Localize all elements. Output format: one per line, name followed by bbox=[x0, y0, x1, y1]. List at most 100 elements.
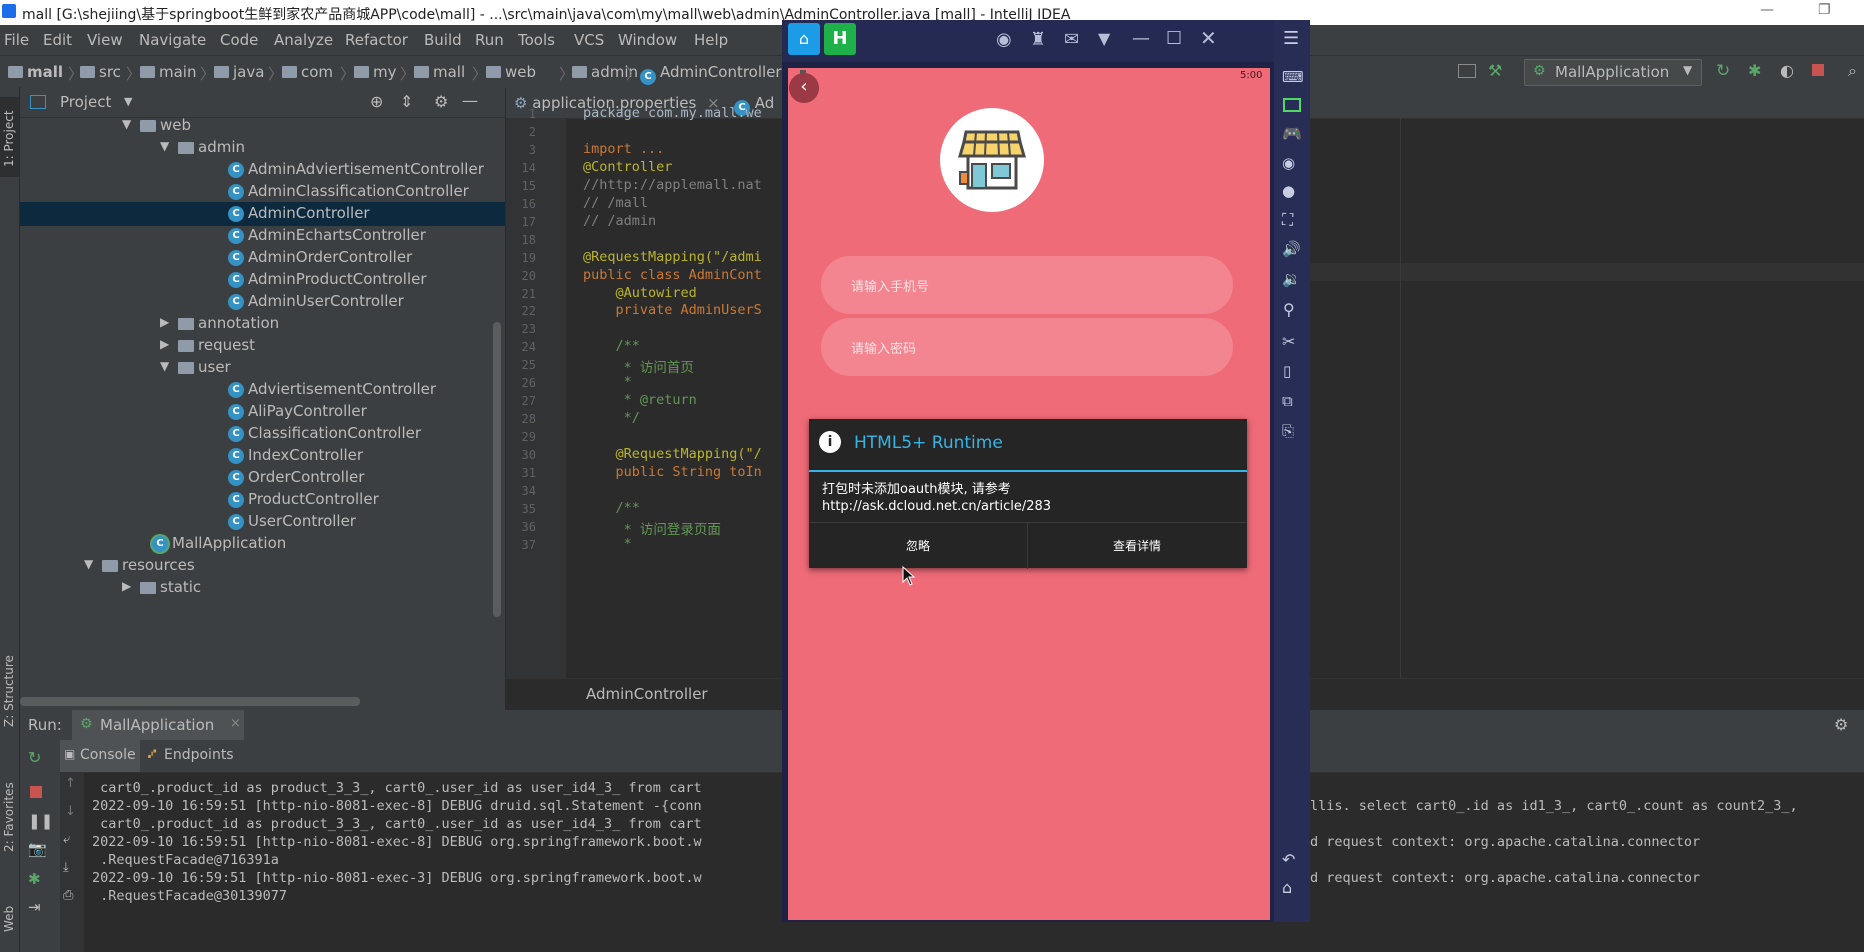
back-button[interactable]: ‹ bbox=[789, 73, 819, 103]
home-icon[interactable]: ⌂ bbox=[1282, 878, 1292, 897]
code-line[interactable]: // /admin bbox=[583, 213, 656, 229]
tree-horizontal-scrollbar[interactable] bbox=[20, 697, 360, 706]
menu-code[interactable]: Code bbox=[220, 31, 258, 49]
collapsed-arrow-icon[interactable]: ▶ bbox=[160, 315, 169, 329]
tree-item[interactable]: C AdminEchartsController bbox=[20, 224, 505, 248]
soft-wrap-icon[interactable]: ⤶ bbox=[63, 832, 70, 847]
breadcrumb-admincontroller[interactable]: C AdminController bbox=[640, 63, 782, 85]
project-panel-title[interactable]: Project bbox=[60, 93, 111, 111]
multi-window-icon[interactable]: ⧉ bbox=[1282, 392, 1293, 410]
expanded-arrow-icon[interactable]: ▼ bbox=[160, 359, 169, 373]
tree-item[interactable]: C AdviertisementController bbox=[20, 378, 505, 402]
mail-icon[interactable]: ✉ bbox=[1064, 29, 1079, 50]
menu-edit[interactable]: Edit bbox=[43, 31, 72, 49]
maximize-icon[interactable]: ☐ bbox=[1166, 28, 1182, 49]
tree-item[interactable]: C AdminProductController bbox=[20, 268, 505, 292]
hide-icon[interactable]: — bbox=[462, 91, 478, 110]
tree-item[interactable]: ▶ static bbox=[20, 576, 505, 600]
apk-install-icon[interactable]: ⎘ bbox=[1282, 422, 1294, 440]
run-config-select[interactable]: ⚙ MallApplication ▼ bbox=[1524, 59, 1702, 86]
collapsed-arrow-icon[interactable]: ▶ bbox=[160, 337, 169, 351]
layout-icon[interactable] bbox=[1458, 64, 1476, 78]
breadcrumb-mall[interactable]: mall bbox=[8, 63, 63, 81]
editor-footer-class[interactable]: AdminController bbox=[586, 685, 708, 703]
tree-item[interactable]: ▼ admin bbox=[20, 136, 505, 160]
run-config-tab[interactable]: ⚙ MallApplication × bbox=[72, 710, 244, 740]
breadcrumb-com[interactable]: com bbox=[282, 63, 333, 81]
code-line[interactable]: * bbox=[583, 374, 632, 390]
expanded-arrow-icon[interactable]: ▼ bbox=[122, 117, 131, 131]
chat-icon[interactable]: ● bbox=[1282, 182, 1295, 200]
expanded-arrow-icon[interactable]: ▼ bbox=[160, 139, 169, 153]
back-icon[interactable]: ↶ bbox=[1282, 850, 1295, 869]
close-icon[interactable]: ✕ bbox=[1200, 26, 1217, 50]
menu-build[interactable]: Build bbox=[424, 31, 462, 49]
rerun-icon[interactable]: ↻ bbox=[28, 748, 41, 767]
arrow-down-icon[interactable]: ↓ bbox=[65, 804, 76, 819]
volume-down-icon[interactable]: 🔉 bbox=[1282, 270, 1301, 288]
structure-tool-tab[interactable]: Z: Structure bbox=[2, 655, 16, 727]
camera-icon[interactable]: 📷 bbox=[28, 840, 47, 858]
debug-icon[interactable]: ✱ bbox=[1748, 61, 1761, 80]
collapse-all-icon[interactable]: ⇕ bbox=[400, 92, 413, 111]
project-tool-tab[interactable]: 1: Project bbox=[2, 110, 16, 167]
breadcrumb-java[interactable]: java bbox=[214, 63, 264, 81]
search-icon[interactable]: ⌕ bbox=[1848, 61, 1857, 81]
user-icon[interactable]: ◉ bbox=[996, 29, 1012, 50]
breadcrumb-web[interactable]: web bbox=[486, 63, 536, 81]
build-hammer-icon[interactable]: ⚒ bbox=[1488, 61, 1502, 80]
dropdown-icon[interactable]: ▼ bbox=[1098, 29, 1110, 48]
scissors-icon[interactable]: ✂ bbox=[1282, 332, 1295, 351]
tree-item[interactable]: C ProductController bbox=[20, 488, 505, 512]
collapsed-arrow-icon[interactable]: ▶ bbox=[122, 579, 131, 593]
scroll-to-end-icon[interactable]: ⤓ bbox=[63, 860, 69, 875]
chevron-down-icon[interactable]: ▼ bbox=[124, 95, 132, 108]
minimize-icon[interactable]: — bbox=[1760, 2, 1774, 18]
menu-navigate[interactable]: Navigate bbox=[139, 31, 206, 49]
code-line[interactable]: public class AdminCont bbox=[583, 267, 762, 283]
expanded-arrow-icon[interactable]: ▼ bbox=[84, 557, 93, 571]
tree-item[interactable]: C OrderController bbox=[20, 466, 505, 490]
code-line[interactable]: package com.my.mall.we bbox=[583, 105, 762, 121]
gear-icon[interactable]: ⚙ bbox=[434, 92, 448, 111]
tree-item[interactable]: C MallApplication bbox=[20, 532, 505, 556]
code-line[interactable]: //http://applemall.nat bbox=[583, 177, 762, 193]
shake-icon[interactable]: ▯ bbox=[1283, 362, 1291, 380]
gear-icon[interactable]: ⚙ bbox=[1834, 715, 1848, 734]
menu-window[interactable]: Window bbox=[618, 31, 677, 49]
pause-icon[interactable]: ❚❚ bbox=[28, 812, 53, 830]
locate-target-icon[interactable]: ⊕ bbox=[370, 92, 383, 111]
volume-up-icon[interactable]: 🔊 bbox=[1282, 240, 1301, 258]
tree-item[interactable]: C AliPayController bbox=[20, 400, 505, 424]
rerun-icon[interactable]: ↻ bbox=[1716, 61, 1730, 81]
eye-icon[interactable]: ◉ bbox=[1282, 154, 1295, 172]
shirt-icon[interactable]: ♜ bbox=[1030, 29, 1046, 50]
tree-item[interactable]: ▼ user bbox=[20, 356, 505, 380]
menu-icon[interactable]: ☰ bbox=[1283, 28, 1299, 49]
tree-item[interactable]: C AdminOrderController bbox=[20, 246, 505, 270]
hbuilder-app-icon[interactable]: H bbox=[824, 23, 856, 55]
web-tool-tab[interactable]: Web bbox=[2, 906, 16, 932]
breadcrumb-my[interactable]: my bbox=[354, 63, 397, 81]
phone-number-input[interactable]: 请输入手机号 bbox=[821, 256, 1233, 314]
print-icon[interactable]: ⎙ bbox=[63, 888, 73, 903]
coverage-icon[interactable]: ◐ bbox=[1780, 61, 1794, 80]
login-icon[interactable]: ⇥ bbox=[28, 898, 41, 916]
menu-run[interactable]: Run bbox=[475, 31, 504, 49]
code-line[interactable]: // /mall bbox=[583, 195, 648, 211]
screen-icon[interactable] bbox=[1283, 98, 1301, 112]
stop-icon[interactable] bbox=[1812, 64, 1824, 76]
breadcrumb-mall2[interactable]: mall bbox=[414, 63, 465, 81]
debug-icon[interactable]: ✱ bbox=[28, 870, 41, 888]
tree-item[interactable]: ▶ request bbox=[20, 334, 505, 358]
code-line[interactable]: private AdminUserS bbox=[583, 302, 762, 318]
tree-item[interactable]: C ClassificationController bbox=[20, 422, 505, 446]
menu-view[interactable]: View bbox=[87, 31, 123, 49]
code-line[interactable]: @Autowired bbox=[583, 285, 697, 301]
gamepad-icon[interactable]: 🎮 bbox=[1282, 124, 1302, 143]
location-icon[interactable]: ⚲ bbox=[1283, 300, 1295, 319]
code-line[interactable]: * bbox=[583, 536, 632, 552]
code-line[interactable]: */ bbox=[583, 410, 640, 426]
code-line[interactable]: import ... bbox=[583, 141, 664, 157]
menu-file[interactable]: File bbox=[4, 31, 29, 49]
